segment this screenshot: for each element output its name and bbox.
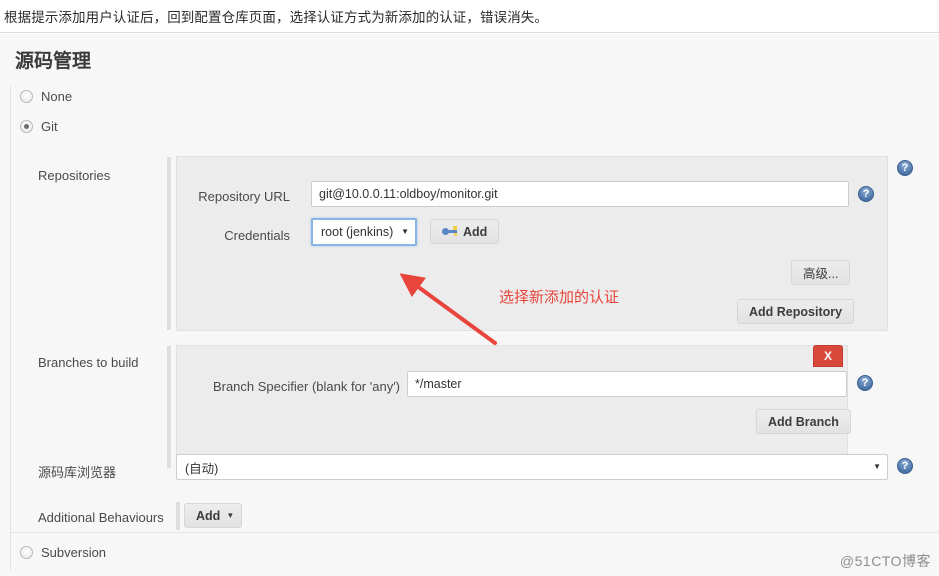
radio-none-icon[interactable]: [20, 90, 33, 103]
branch-specifier-help-icon[interactable]: ?: [857, 375, 873, 391]
advanced-button[interactable]: 高级...: [791, 260, 851, 285]
additional-behaviours-add-button[interactable]: Add ▼: [184, 503, 242, 528]
branches-section: [167, 345, 848, 469]
scm-option-git[interactable]: Git: [20, 120, 58, 133]
scm-panel: 源码管理 None Git Repositories Repository UR…: [0, 34, 939, 576]
add-repository-button[interactable]: Add Repository: [737, 299, 855, 324]
scm-option-git-label: Git: [41, 119, 58, 134]
repositories-section-label: Repositories: [38, 168, 111, 183]
repo-browser-select-value: (自动): [185, 461, 219, 476]
key-icon: [442, 226, 457, 237]
radio-git-icon[interactable]: [20, 120, 33, 133]
add-credentials-button-label: Add: [463, 224, 488, 239]
branches-section-accent: [167, 346, 171, 468]
additional-behaviours-accent: [176, 502, 180, 530]
caption-text: 根据提示添加用户认证后，回到配置仓库页面，选择认证方式为新添加的认证，错误消失。: [4, 10, 548, 25]
branch-specifier-label: Branch Specifier (blank for 'any'): [212, 379, 400, 394]
radio-subversion-icon[interactable]: [20, 546, 33, 559]
repo-browser-select[interactable]: (自动) ▼: [176, 454, 888, 480]
repository-url-input[interactable]: [311, 181, 849, 207]
repositories-help-icon[interactable]: ?: [897, 160, 913, 176]
repo-browser-help-icon[interactable]: ?: [897, 458, 913, 474]
add-credentials-button[interactable]: Add: [430, 219, 500, 244]
branch-specifier-input[interactable]: [407, 371, 847, 397]
repository-url-help-icon[interactable]: ?: [858, 186, 874, 202]
branches-section-label: Branches to build: [38, 355, 139, 370]
chevron-down-icon: ▼: [873, 462, 881, 471]
additional-behaviours-label: Additional Behaviours: [38, 510, 164, 525]
repositories-section-accent: [167, 157, 171, 330]
screenshot-root: 根据提示添加用户认证后，回到配置仓库页面，选择认证方式为新添加的认证，错误消失。…: [0, 0, 939, 576]
scm-option-none-label: None: [41, 89, 73, 104]
scm-option-none[interactable]: None: [20, 90, 72, 103]
credentials-select-value: root (jenkins): [321, 225, 394, 239]
add-branch-button[interactable]: Add Branch: [756, 409, 851, 434]
chevron-down-icon: ▼: [226, 511, 235, 520]
radio-group-rail: [10, 86, 11, 570]
page-title: 源码管理: [15, 51, 92, 72]
delete-branch-button[interactable]: X: [813, 345, 843, 367]
additional-behaviours-add-label: Add: [196, 508, 221, 523]
repo-browser-label: 源码库浏览器: [38, 465, 117, 480]
caption-bar: 根据提示添加用户认证后，回到配置仓库页面，选择认证方式为新添加的认证，错误消失。: [0, 0, 939, 33]
watermark: @51CTO博客: [839, 553, 931, 569]
credentials-label: Credentials: [224, 228, 290, 243]
repository-url-label: Repository URL: [198, 189, 290, 204]
section-divider: [11, 532, 939, 533]
annotation-text: 选择新添加的认证: [499, 289, 620, 306]
scm-option-subversion[interactable]: Subversion: [20, 546, 106, 559]
scm-option-subversion-label: Subversion: [41, 545, 107, 560]
credentials-select[interactable]: root (jenkins) ▼: [311, 218, 417, 246]
chevron-down-icon: ▼: [401, 227, 409, 236]
